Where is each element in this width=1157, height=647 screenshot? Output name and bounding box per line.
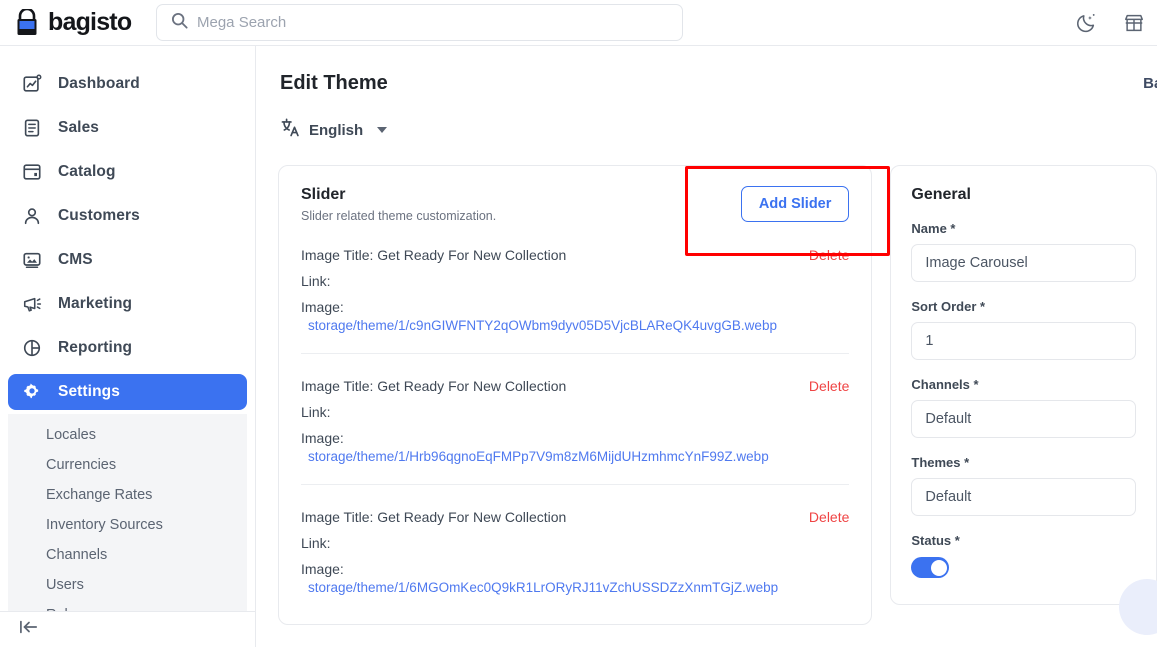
slider-panel: Slider Slider related theme customizatio… — [278, 165, 873, 625]
field-label: Name * — [911, 221, 956, 236]
field-sort-order: Sort Order * — [911, 299, 1136, 360]
channels-select[interactable] — [911, 400, 1136, 438]
slider-item-link-label: Link: — [301, 404, 331, 420]
dashboard-icon — [22, 74, 42, 94]
sidebar-item-exchange-rates[interactable]: Exchange Rates — [8, 480, 247, 510]
field-name: Name * — [911, 221, 1136, 282]
chevron-down-icon — [377, 127, 388, 133]
field-label: Sort Order * — [911, 299, 986, 314]
sidebar-item-label: Catalog — [58, 163, 116, 180]
page-header: Edit Theme Back — [256, 46, 1157, 95]
general-panel-title: General — [911, 186, 971, 203]
content-row: Slider Slider related theme customizatio… — [256, 143, 1157, 625]
slider-item-image-label: Image: — [301, 561, 344, 577]
sidebar-item-marketing[interactable]: Marketing — [8, 286, 247, 322]
sort-order-input[interactable] — [911, 322, 1136, 360]
slider-item-header: Image Title: Get Ready For New Collectio… — [301, 247, 849, 263]
slider-item-header: Image Title: Get Ready For New Collectio… — [301, 378, 849, 394]
sales-icon — [22, 118, 42, 138]
sidebar-item-settings[interactable]: Settings — [8, 374, 247, 410]
slider-item-image-path[interactable]: storage/theme/1/6MGOmKec0Q9kR1LrORyRJ11v… — [301, 580, 849, 595]
translate-icon — [280, 117, 301, 143]
search-bar[interactable] — [156, 4, 683, 41]
sidebar-item-locales[interactable]: Locales — [8, 420, 247, 450]
sidebar-item-dashboard[interactable]: Dashboard — [8, 66, 247, 102]
field-themes: Themes * — [911, 455, 1136, 516]
moon-icon[interactable] — [1075, 12, 1097, 34]
themes-select[interactable] — [911, 478, 1136, 516]
name-input[interactable] — [911, 244, 1136, 282]
cms-icon — [22, 250, 42, 270]
topbar-actions — [1075, 12, 1157, 34]
sidebar-item-inventory-sources[interactable]: Inventory Sources — [8, 510, 247, 540]
sidebar-item-sales[interactable]: Sales — [8, 110, 247, 146]
catalog-icon — [22, 162, 42, 182]
top-bar: bagisto — [0, 0, 1157, 46]
locale-selector[interactable]: English — [256, 95, 1157, 143]
toggle-knob — [930, 559, 947, 576]
field-label: Status * — [911, 533, 960, 548]
sidebar-item-label: Dashboard — [58, 75, 140, 92]
delete-slider-link[interactable]: Delete — [809, 247, 849, 263]
slider-item-link-label: Link: — [301, 273, 331, 289]
sidebar-item-label: Sales — [58, 119, 100, 136]
sidebar-item-channels[interactable]: Channels — [8, 540, 247, 570]
sidebar-subnav-settings: Locales Currencies Exchange Rates Invent… — [8, 414, 247, 611]
brand-logo[interactable]: bagisto — [0, 7, 140, 37]
slider-item-title: Image Title: Get Ready For New Collectio… — [301, 509, 567, 525]
sidebar: Dashboard Sales Catalog Customers CMS Ma… — [0, 46, 256, 611]
sidebar-item-customers[interactable]: Customers — [8, 198, 247, 234]
sidebar-item-cms[interactable]: CMS — [8, 242, 247, 278]
slider-item-title: Image Title: Get Ready For New Collectio… — [301, 247, 567, 263]
field-status: Status * — [911, 533, 1136, 578]
slider-list-item: Image Title: Get Ready For New Collectio… — [301, 353, 850, 484]
sidebar-item-label: CMS — [58, 251, 93, 268]
brand-name: bagisto — [48, 8, 132, 36]
slider-item-link-label: Link: — [301, 535, 331, 551]
slider-item-header: Image Title: Get Ready For New Collectio… — [301, 509, 849, 525]
shopping-bag-icon — [14, 7, 40, 37]
sidebar-item-currencies[interactable]: Currencies — [8, 450, 247, 480]
slider-item-image-path[interactable]: storage/theme/1/Hrb96qgnoEqFMPp7V9m8zM6M… — [301, 449, 849, 464]
main-content: Edit Theme Back English Slider Slider re… — [256, 46, 1157, 647]
slider-list-item: Image Title: Get Ready For New Collectio… — [301, 223, 849, 353]
reporting-icon — [22, 338, 42, 358]
collapse-sidebar-icon[interactable] — [18, 618, 40, 641]
customers-icon — [22, 206, 42, 226]
sidebar-item-catalog[interactable]: Catalog — [8, 154, 247, 190]
sidebar-item-label: Marketing — [58, 295, 133, 312]
sidebar-item-label: Reporting — [58, 339, 133, 356]
slider-panel-header: Slider Slider related theme customizatio… — [301, 186, 850, 223]
general-panel: General Name * Sort Order * Channels * T… — [890, 165, 1157, 605]
add-slider-button[interactable]: Add Slider — [740, 186, 850, 222]
sidebar-item-reporting[interactable]: Reporting — [8, 330, 247, 366]
sidebar-footer — [0, 611, 256, 647]
field-label: Themes * — [911, 455, 970, 470]
page-title: Edit Theme — [280, 72, 388, 94]
search-input[interactable] — [197, 14, 668, 31]
gear-icon — [22, 382, 42, 402]
slider-panel-subtitle: Slider related theme customization. — [301, 209, 497, 223]
slider-item-title: Image Title: Get Ready For New Collectio… — [301, 378, 567, 394]
slider-list-item: Image Title: Get Ready For New Collectio… — [301, 484, 850, 615]
delete-slider-link[interactable]: Delete — [809, 378, 849, 394]
sidebar-item-users[interactable]: Users — [8, 570, 247, 600]
status-toggle[interactable] — [911, 557, 950, 578]
locale-label: English — [309, 121, 364, 139]
sidebar-item-roles[interactable]: Roles — [8, 600, 247, 611]
slider-item-image-path[interactable]: storage/theme/1/c9nGIWFNTY2qOWbm9dyv05D5… — [301, 318, 849, 333]
sidebar-item-label: Settings — [58, 383, 120, 400]
back-button[interactable]: Back — [1143, 75, 1157, 92]
slider-item-image-label: Image: — [301, 299, 344, 315]
slider-panel-title: Slider — [301, 186, 346, 203]
field-channels: Channels * — [911, 377, 1136, 438]
field-label: Channels * — [911, 377, 979, 392]
search-icon — [171, 12, 188, 34]
shop-icon[interactable] — [1123, 12, 1145, 34]
sidebar-item-label: Customers — [58, 207, 140, 224]
marketing-icon — [22, 294, 42, 314]
delete-slider-link[interactable]: Delete — [809, 509, 849, 525]
slider-item-image-label: Image: — [301, 430, 344, 446]
